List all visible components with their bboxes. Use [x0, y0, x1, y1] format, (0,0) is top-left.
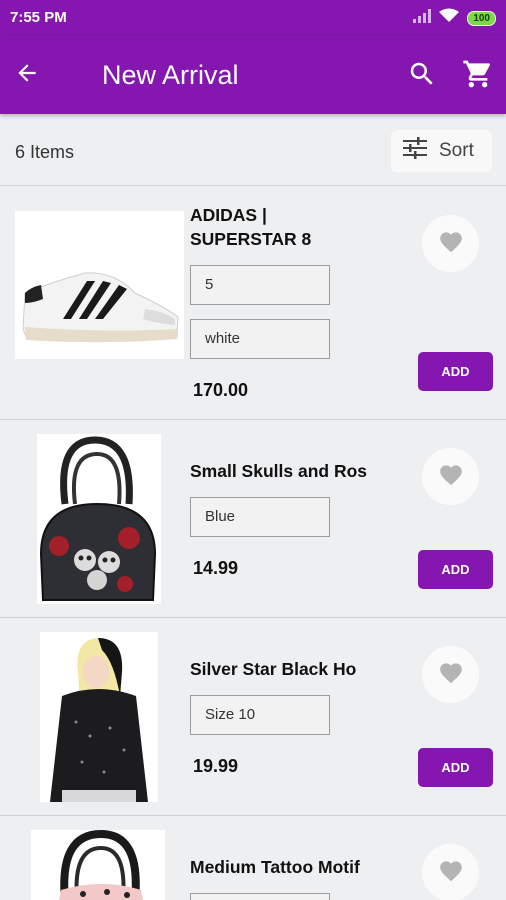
color-select[interactable]: Blue — [190, 497, 330, 537]
favorite-button[interactable] — [422, 844, 479, 900]
app-bar: New Arrival — [0, 36, 506, 114]
add-to-cart-button[interactable]: ADD — [418, 748, 493, 787]
product-image[interactable] — [15, 211, 184, 359]
status-bar: 7:55 PM 100 — [0, 0, 506, 36]
add-to-cart-button[interactable]: ADD — [418, 352, 493, 391]
heart-icon — [438, 462, 464, 491]
favorite-button[interactable] — [422, 448, 479, 505]
product-image[interactable] — [37, 434, 161, 604]
product-card[interactable]: Medium Tattoo Motif — [0, 816, 506, 900]
battery-icon: 100 — [467, 10, 496, 26]
product-name: Medium Tattoo Motif — [190, 857, 360, 877]
heart-icon — [438, 660, 464, 689]
product-name-line2: SUPERSTAR 8 — [190, 229, 312, 249]
status-time: 7:55 PM — [10, 9, 67, 26]
search-button[interactable] — [402, 56, 442, 96]
favorite-button[interactable] — [422, 646, 479, 703]
size-select[interactable]: 5 — [190, 265, 330, 305]
favorite-button[interactable] — [422, 215, 479, 272]
heart-icon — [438, 229, 464, 258]
wifi-icon — [439, 8, 460, 28]
product-price: 14.99 — [193, 558, 239, 578]
cart-button[interactable] — [458, 56, 498, 96]
product-card[interactable]: ADIDAS | SUPERSTAR 8 5 white 170.00 ADD — [0, 187, 506, 420]
item-count: 6 Items — [15, 142, 75, 162]
sort-button[interactable]: Sort — [391, 130, 492, 172]
product-price: 170.00 — [193, 380, 249, 400]
search-icon — [407, 59, 437, 94]
product-image[interactable] — [40, 632, 158, 802]
signal-icon — [413, 8, 432, 28]
product-card[interactable]: Small Skulls and Ros Blue 14.99 ADD — [0, 420, 506, 618]
product-name: ADIDAS | — [190, 205, 267, 225]
cart-icon — [462, 58, 494, 95]
status-icons: 100 — [413, 8, 496, 28]
product-name: Silver Star Black Ho — [190, 659, 357, 679]
color-select[interactable]: white — [190, 319, 330, 359]
page-title: New Arrival — [102, 60, 239, 90]
sort-label: Sort — [439, 140, 474, 161]
product-name: Small Skulls and Ros — [190, 461, 367, 481]
list-toolbar: 6 Items Sort — [0, 114, 506, 186]
filter-sliders-icon — [403, 137, 427, 165]
product-image[interactable] — [31, 830, 165, 900]
product-price: 19.99 — [193, 756, 239, 776]
product-card[interactable]: Silver Star Black Ho Size 10 19.99 ADD — [0, 618, 506, 816]
size-select[interactable]: Size 10 — [190, 695, 330, 735]
heart-icon — [438, 858, 464, 887]
back-arrow-icon — [14, 60, 40, 91]
option-select[interactable] — [190, 893, 330, 900]
back-button[interactable] — [8, 56, 46, 94]
add-to-cart-button[interactable]: ADD — [418, 550, 493, 589]
